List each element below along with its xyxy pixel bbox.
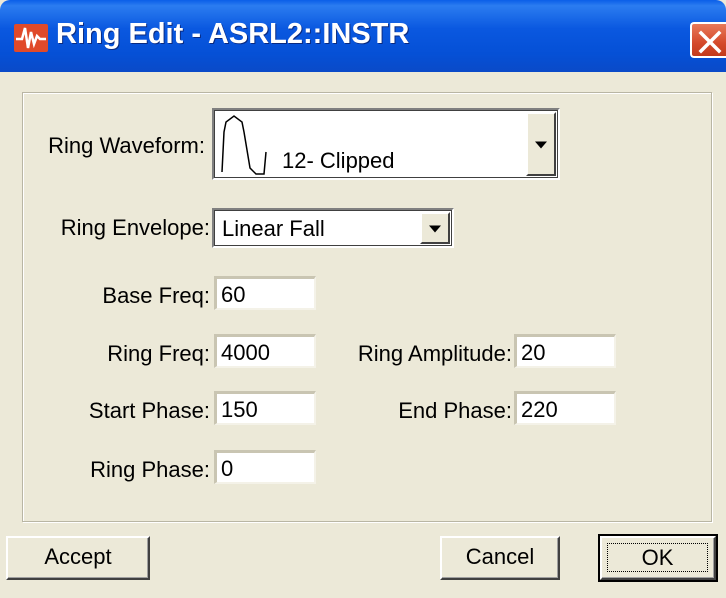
end-phase-label: End Phase: bbox=[398, 398, 512, 423]
waveform-icon bbox=[14, 24, 48, 52]
ring-phase-input[interactable] bbox=[214, 450, 316, 484]
base-freq-label: Base Freq: bbox=[102, 283, 210, 308]
title-bar[interactable]: Ring Edit - ASRL2::INSTR bbox=[0, 0, 726, 72]
start-phase-label: Start Phase: bbox=[88, 398, 210, 423]
window-title: Ring Edit - ASRL2::INSTR bbox=[56, 18, 410, 50]
ring-waveform-label: Ring Waveform: bbox=[48, 133, 205, 158]
dropdown-arrow-icon bbox=[535, 141, 547, 149]
start-phase-input[interactable] bbox=[214, 391, 316, 425]
ring-waveform-dropdown-button[interactable] bbox=[526, 112, 556, 176]
ring-amplitude-input[interactable] bbox=[514, 334, 616, 368]
ring-freq-input[interactable] bbox=[214, 334, 316, 368]
cancel-button[interactable]: Cancel bbox=[440, 536, 560, 580]
accept-button[interactable]: Accept bbox=[6, 536, 150, 580]
clipped-waveform-icon bbox=[221, 115, 267, 175]
dropdown-arrow-icon bbox=[429, 225, 441, 233]
ring-envelope-select[interactable]: Linear Fall bbox=[212, 208, 454, 248]
ring-waveform-value: 12- Clipped bbox=[282, 148, 395, 173]
dialog-window: Ring Edit - ASRL2::INSTR Ring Waveform: … bbox=[0, 0, 726, 598]
end-phase-input[interactable] bbox=[514, 391, 616, 425]
close-icon bbox=[698, 30, 722, 54]
ring-phase-label: Ring Phase: bbox=[90, 457, 210, 482]
ok-button[interactable]: OK bbox=[598, 534, 718, 582]
ring-envelope-value: Linear Fall bbox=[222, 216, 325, 241]
ok-button-label: OK bbox=[607, 543, 708, 572]
ring-envelope-dropdown-button[interactable] bbox=[420, 212, 450, 244]
ring-freq-label: Ring Freq: bbox=[107, 341, 210, 366]
close-button[interactable] bbox=[690, 22, 726, 58]
ring-waveform-select[interactable]: 12- Clipped bbox=[212, 108, 560, 180]
ring-amplitude-label: Ring Amplitude: bbox=[357, 341, 512, 366]
base-freq-input[interactable] bbox=[214, 276, 316, 310]
ring-envelope-label: Ring Envelope: bbox=[60, 215, 210, 240]
